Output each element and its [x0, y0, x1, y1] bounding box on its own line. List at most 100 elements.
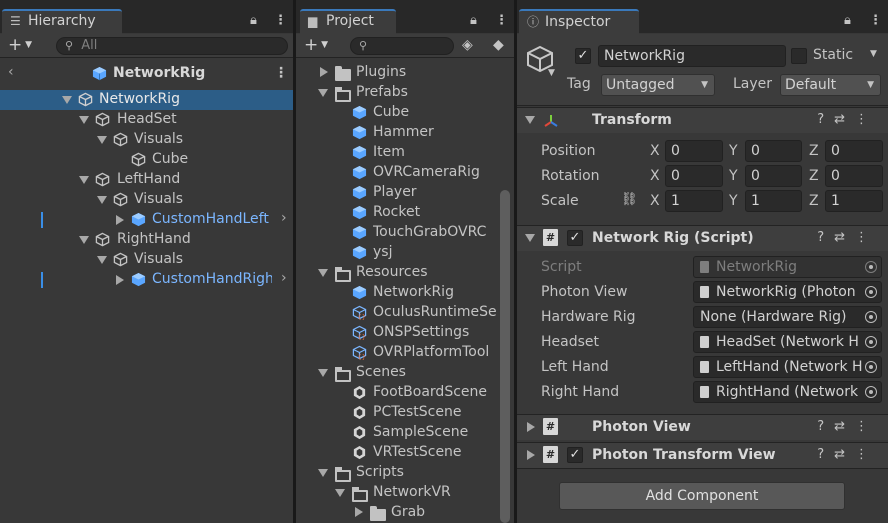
project-folder-prefabs[interactable]: Prefabs — [296, 83, 514, 103]
photon-view-field[interactable]: NetworkRig (Photon — [693, 281, 882, 303]
project-asset-hammer[interactable]: Hammer — [296, 123, 514, 143]
add-component-button[interactable]: Add Component — [559, 482, 845, 510]
object-picker-icon[interactable] — [865, 286, 877, 298]
rotation-z-input[interactable]: 0 — [825, 165, 883, 187]
hierarchy-item-headset[interactable]: HeadSet — [0, 110, 293, 130]
object-picker-icon[interactable] — [865, 386, 877, 398]
project-scene-pctestscene[interactable]: PCTestScene — [296, 403, 514, 423]
expand-arrow-icon[interactable] — [79, 176, 89, 184]
project-scene-footboardscene[interactable]: FootBoardScene — [296, 383, 514, 403]
project-asset-rocket[interactable]: Rocket — [296, 203, 514, 223]
object-name-input[interactable]: NetworkRig — [598, 45, 786, 67]
project-folder-networkvr[interactable]: NetworkVR — [296, 483, 514, 503]
static-checkbox[interactable] — [791, 48, 807, 64]
component-header-icons[interactable]: ?⇄⋮ — [817, 419, 878, 434]
scale-x-input[interactable]: 1 — [665, 190, 723, 212]
tab-project[interactable]: ▆ Project — [300, 9, 396, 34]
collapse-arrow-icon[interactable] — [320, 67, 328, 77]
lock-icon[interactable]: 🔒︎ — [250, 13, 257, 28]
lock-icon[interactable]: 🔒︎ — [470, 13, 477, 28]
collapse-arrow-icon[interactable] — [116, 215, 124, 225]
hierarchy-item-customhandleft[interactable]: CustomHandLeft › — [0, 210, 293, 230]
expand-arrow-icon[interactable] — [318, 89, 328, 97]
search-by-label-icon[interactable]: ◆ — [493, 37, 504, 53]
expand-arrow-icon[interactable] — [97, 196, 107, 204]
object-picker-icon[interactable] — [865, 336, 877, 348]
hierarchy-search-input[interactable]: ⚲ All — [56, 37, 288, 55]
expand-arrow-icon[interactable] — [97, 256, 107, 264]
tab-hierarchy[interactable]: ☰ Hierarchy — [2, 9, 122, 34]
component-header-icons[interactable]: ?⇄⋮ — [817, 230, 878, 245]
position-z-input[interactable]: 0 — [825, 140, 883, 162]
object-picker-icon[interactable] — [865, 361, 877, 373]
project-asset-ovrplatformtool[interactable]: {} OVRPlatformTool — [296, 343, 514, 363]
expand-arrow-icon[interactable] — [318, 469, 328, 477]
photon-view-header[interactable]: # Photon View ?⇄⋮ — [517, 414, 888, 440]
project-asset-player[interactable]: Player — [296, 183, 514, 203]
open-prefab-chevron-icon[interactable]: › — [279, 210, 287, 226]
static-dropdown-arrow[interactable]: ▼ — [870, 49, 877, 59]
transform-header[interactable]: Transform ?⇄⋮ — [517, 107, 888, 133]
project-folder-plugins[interactable]: Plugins — [296, 63, 514, 83]
network-rig-header[interactable]: # ✓ Network Rig (Script) ?⇄⋮ — [517, 225, 888, 251]
tag-dropdown[interactable]: Untagged — [601, 74, 715, 96]
project-asset-ysj[interactable]: ysj — [296, 243, 514, 263]
hierarchy-item-righthand[interactable]: RightHand — [0, 230, 293, 250]
layer-dropdown[interactable]: Default — [780, 74, 881, 96]
project-search-input[interactable]: ⚲ — [350, 37, 454, 55]
project-scene-vrtestscene[interactable]: VRTestScene — [296, 443, 514, 463]
project-asset-item[interactable]: Item — [296, 143, 514, 163]
project-folder-scripts[interactable]: Scripts — [296, 463, 514, 483]
hierarchy-item-lefthand[interactable]: LeftHand — [0, 170, 293, 190]
position-y-input[interactable]: 0 — [745, 140, 802, 162]
more-menu-icon[interactable]: ⋮ — [495, 13, 508, 28]
scale-z-input[interactable]: 1 — [825, 190, 883, 212]
collapse-arrow-icon[interactable] — [527, 450, 535, 460]
hierarchy-item-customhandright[interactable]: CustomHandRight › — [0, 270, 293, 290]
project-asset-oculusruntimesettings[interactable]: {} OculusRuntimeSe — [296, 303, 514, 323]
component-header-icons[interactable]: ?⇄⋮ — [817, 112, 878, 127]
icon-dropdown-arrow[interactable]: ▼ — [548, 68, 555, 78]
project-asset-onspsettings[interactable]: {} ONSPSettings — [296, 323, 514, 343]
hierarchy-item-visuals[interactable]: Visuals — [0, 250, 293, 270]
object-picker-icon[interactable] — [865, 311, 877, 323]
collapse-arrow-icon[interactable] — [355, 507, 363, 517]
expand-arrow-icon[interactable] — [97, 136, 107, 144]
expand-arrow-icon[interactable] — [318, 269, 328, 277]
rotation-y-input[interactable]: 0 — [745, 165, 802, 187]
project-scene-samplescene[interactable]: SampleScene — [296, 423, 514, 443]
headset-field[interactable]: HeadSet (Network H — [693, 331, 882, 353]
expand-arrow-icon[interactable] — [318, 369, 328, 377]
more-menu-icon[interactable]: ⋮ — [274, 13, 287, 28]
hierarchy-item-networkrig[interactable]: NetworkRig — [0, 90, 293, 110]
right-hand-field[interactable]: RightHand (Network — [693, 381, 882, 403]
open-prefab-chevron-icon[interactable]: › — [279, 270, 287, 286]
expand-arrow-icon[interactable] — [79, 236, 89, 244]
collapse-arrow-icon[interactable] — [527, 422, 535, 432]
component-header-icons[interactable]: ?⇄⋮ — [817, 447, 878, 462]
expand-arrow-icon[interactable] — [62, 96, 72, 104]
collapse-arrow-icon[interactable] — [116, 275, 124, 285]
constrain-proportions-icon[interactable]: ⛓︎ — [621, 192, 638, 207]
hardware-rig-field[interactable]: None (Hardware Rig) — [693, 306, 882, 328]
project-folder-resources[interactable]: Resources — [296, 263, 514, 283]
expand-arrow-icon[interactable] — [525, 116, 535, 124]
lock-icon[interactable]: 🔒︎ — [844, 13, 851, 28]
hierarchy-item-visuals[interactable]: Visuals — [0, 130, 293, 150]
project-folder-grab[interactable]: Grab — [296, 503, 514, 523]
search-by-type-icon[interactable]: ◈ — [462, 37, 473, 53]
back-chevron-icon[interactable]: ‹ — [8, 64, 14, 80]
photon-transform-view-header[interactable]: # ✓ Photon Transform View ?⇄⋮ — [517, 442, 888, 468]
hierarchy-item-visuals[interactable]: Visuals — [0, 190, 293, 210]
scale-y-input[interactable]: 1 — [745, 190, 802, 212]
add-object-button[interactable]: + ▼ — [8, 35, 32, 55]
project-asset-cube[interactable]: Cube — [296, 103, 514, 123]
expand-arrow-icon[interactable] — [525, 234, 535, 242]
create-asset-button[interactable]: + ▼ — [304, 35, 328, 55]
project-asset-touchgrabovrc[interactable]: TouchGrabOVRC — [296, 223, 514, 243]
project-folder-scenes[interactable]: Scenes — [296, 363, 514, 383]
project-asset-networkrig[interactable]: NetworkRig — [296, 283, 514, 303]
expand-arrow-icon[interactable] — [335, 489, 345, 497]
project-asset-ovrcamerarig[interactable]: OVRCameraRig — [296, 163, 514, 183]
network-rig-enabled-checkbox[interactable]: ✓ — [567, 230, 583, 246]
